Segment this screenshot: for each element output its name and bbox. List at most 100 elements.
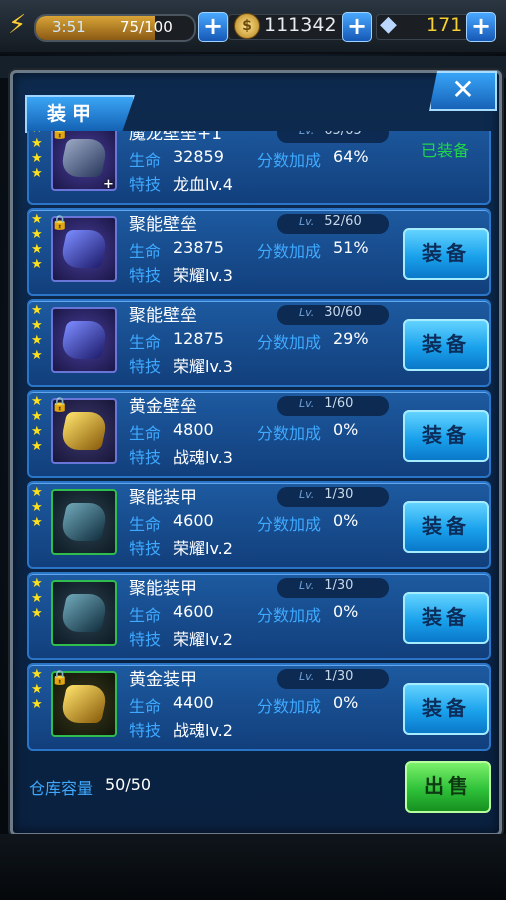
armor-icon	[58, 321, 110, 359]
hp-value: 12875	[173, 329, 224, 348]
level-value: 1/30	[324, 487, 354, 502]
hp-label: 生命	[129, 242, 162, 261]
armor-card[interactable]: ★ ★ ★ 聚能装甲 Lv. 1/30 生命 4600 分数加成 0% 特技 荣耀lv.2 装备	[27, 481, 491, 569]
armor-icon	[58, 139, 110, 177]
bonus-label: 分数加成	[257, 697, 322, 716]
level-prefix: Lv.	[299, 670, 315, 683]
close-button[interactable]: ✕	[429, 71, 497, 111]
bonus-label: 分数加成	[257, 606, 322, 625]
armor-level: Lv. 1/60	[299, 396, 353, 411]
skill-value: 龙血lv.4	[173, 175, 233, 194]
hp-value: 4800	[173, 420, 214, 439]
capacity-value: 50/50	[105, 775, 152, 794]
equip-button[interactable]: 装备	[403, 228, 489, 280]
armor-icon	[58, 412, 110, 450]
rarity-stars: ★★★★	[31, 394, 43, 454]
armor-name: 黄金装甲	[129, 670, 197, 690]
armor-icon	[58, 503, 110, 541]
equip-button[interactable]: 装备	[403, 319, 489, 371]
equip-button[interactable]: 装备	[403, 410, 489, 462]
skill-label: 特技	[129, 539, 162, 558]
level-value: 1/30	[324, 669, 354, 684]
add-energy-button[interactable]: +	[198, 12, 228, 42]
armor-level: Lv. 30/60	[299, 305, 362, 320]
hp-label: 生命	[129, 515, 162, 534]
armor-card[interactable]: ★ ★ ★ 聚能装甲 Lv. 1/30 生命 4600 分数加成 0% 特技 荣耀lv.2 装备	[27, 572, 491, 660]
gem-count: 171	[426, 14, 463, 36]
hp-value: 4600	[173, 511, 214, 530]
armor-level: Lv. 1/30	[299, 669, 353, 684]
armor-card[interactable]: ★ ★ ★ ★ 🔒 聚能壁垒 Lv. 52/60 生命 23875 分数加成 51% 特技 荣耀lv.3 装…	[27, 208, 491, 296]
bonus-value: 0%	[333, 693, 359, 712]
rarity-stars: ★ ★ ★	[31, 576, 43, 621]
hp-label: 生命	[129, 151, 162, 170]
lock-icon: 🔒	[51, 397, 69, 413]
rarity-stars: ★★★★	[31, 212, 43, 272]
armor-thumbnail[interactable]	[51, 580, 117, 646]
skill-value: 荣耀lv.3	[173, 266, 233, 285]
add-coins-button[interactable]: +	[342, 12, 372, 42]
level-prefix: Lv.	[299, 131, 314, 137]
bonus-label: 分数加成	[257, 151, 322, 170]
skill-value: 荣耀lv.2	[173, 630, 233, 649]
level-prefix: Lv.	[299, 215, 315, 228]
armor-level: Lv. 65/65	[299, 131, 362, 138]
hp-label: 生命	[129, 424, 162, 443]
rarity-stars: ★ ★ ★	[31, 485, 43, 530]
armor-name: 聚能装甲	[129, 579, 197, 599]
armor-level: Lv. 52/60	[299, 214, 362, 229]
gem-icon: ◆	[380, 12, 397, 37]
armor-icon	[58, 594, 110, 632]
hp-label: 生命	[129, 606, 162, 625]
hp-value: 4400	[173, 693, 214, 712]
armor-name: 黄金壁垒	[129, 397, 197, 417]
armor-card[interactable]: ★ ★ ★ ★ 聚能壁垒 Lv. 30/60 生命 12875 分数加成 29% 特技 荣耀lv.3 装备	[27, 299, 491, 387]
bonus-label: 分数加成	[257, 515, 322, 534]
level-prefix: Lv.	[299, 488, 315, 501]
skill-value: 战魂lv.3	[173, 448, 233, 467]
level-value: 30/60	[324, 305, 362, 320]
bonus-value: 0%	[333, 420, 359, 439]
armor-name: 聚能装甲	[129, 488, 197, 508]
sell-button[interactable]: 出售	[405, 761, 491, 813]
armor-name: 聚能壁垒	[129, 306, 197, 326]
armor-thumbnail[interactable]: +1	[51, 131, 117, 191]
skill-label: 特技	[129, 266, 162, 285]
hp-value: 4600	[173, 602, 214, 621]
add-gems-button[interactable]: +	[466, 12, 496, 42]
level-value: 1/60	[324, 396, 354, 411]
rarity-stars: ★★★★	[31, 303, 43, 363]
armor-level: Lv. 1/30	[299, 578, 353, 593]
bonus-value: 0%	[333, 602, 359, 621]
lock-icon: 🔒	[51, 670, 69, 686]
armor-thumbnail[interactable]	[51, 489, 117, 555]
capacity-label: 仓库容量	[29, 779, 94, 798]
lock-icon: 🔒	[51, 215, 69, 231]
bonus-value: 51%	[333, 238, 369, 257]
equip-button[interactable]: 装备	[403, 683, 489, 735]
bonus-value: 29%	[333, 329, 369, 348]
bonus-label: 分数加成	[257, 242, 322, 261]
equip-button[interactable]: 装备	[403, 592, 489, 644]
armor-card[interactable]: ★★★★ +1 🔒 魔龙壁垒+1 Lv. 65/65 生命 32859 分数加成 64% 特技龙血l…	[27, 131, 491, 205]
skill-value: 战魂lv.2	[173, 721, 233, 740]
armor-card[interactable]: ★ ★ ★ ★ 🔒 黄金壁垒 Lv. 1/60 生命 4800 分数加成 0% 特技 战魂lv.3 装备	[27, 390, 491, 478]
lightning-icon: ⚡	[8, 10, 27, 40]
top-resource-bar: ⚡ 3:51 75/100 + $ 111342 + ◆ 171 +	[0, 0, 506, 54]
armor-name: 魔龙壁垒+1	[129, 131, 223, 144]
armor-list[interactable]: ★★★★+1🔒魔龙壁垒+1Lv.65/65生命32859分数加成64%特技龙血l…	[21, 131, 491, 751]
skill-label: 特技	[129, 357, 162, 376]
skill-value: 荣耀lv.3	[173, 357, 233, 376]
skill-label: 特技	[129, 721, 162, 740]
level-prefix: Lv.	[299, 579, 315, 592]
equip-button[interactable]: 装备	[403, 501, 489, 553]
rarity-stars: ★★★★	[31, 131, 43, 181]
coin-icon: $	[234, 13, 260, 39]
hp-value: 23875	[173, 238, 224, 257]
skill-label: 特技	[129, 175, 162, 194]
hp-label: 生命	[129, 697, 162, 716]
armor-card[interactable]: ★ ★ ★ 🔒 黄金装甲 Lv. 1/30 生命 4400 分数加成 0% 特技 战魂lv.2 装备	[27, 663, 491, 751]
skill-label: 特技	[129, 448, 162, 467]
coin-count: 111342	[264, 14, 337, 36]
armor-thumbnail[interactable]	[51, 307, 117, 373]
